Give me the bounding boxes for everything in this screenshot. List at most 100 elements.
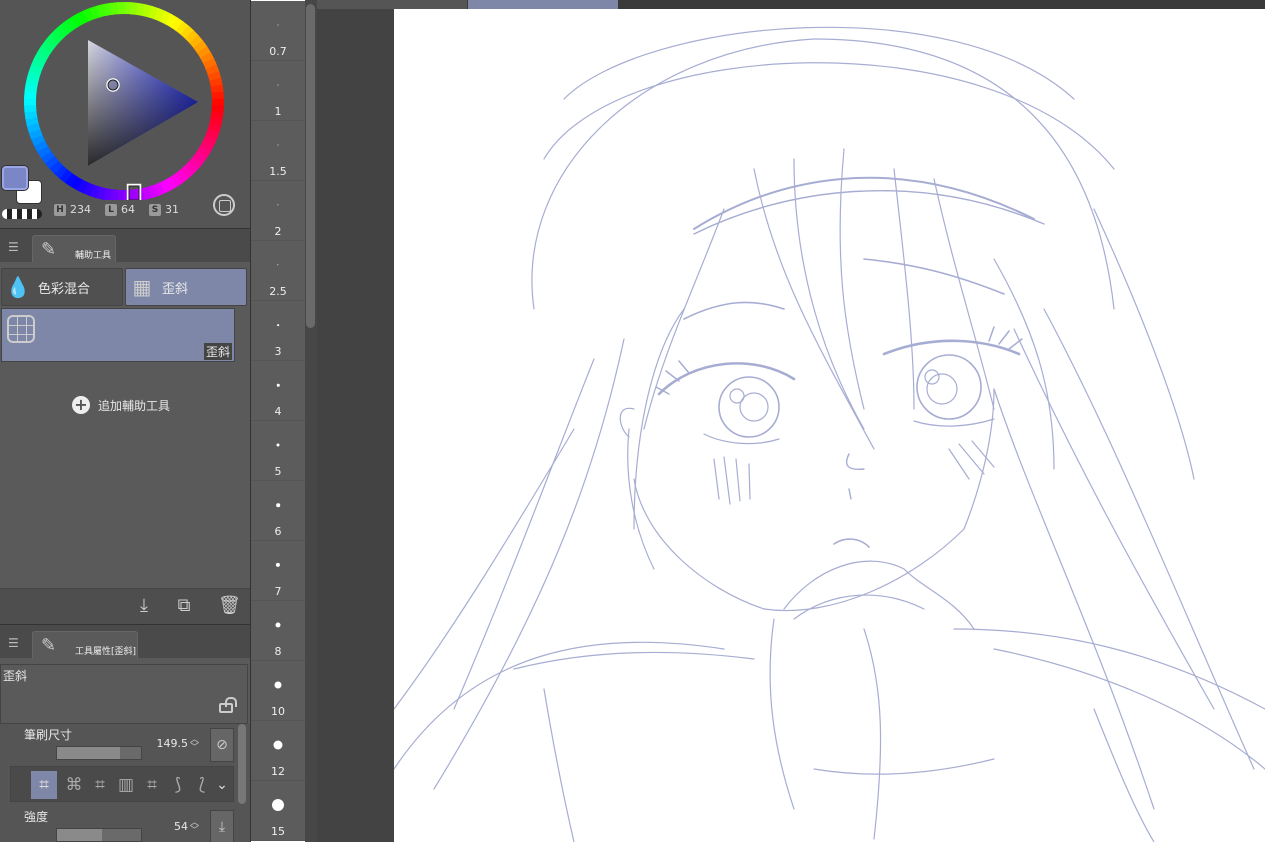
brush-size-label: 2 xyxy=(274,225,282,238)
canvas[interactable] xyxy=(394,9,1265,842)
trash-icon[interactable]: 🗑 xyxy=(218,596,241,616)
document-tab-active[interactable] xyxy=(468,0,618,9)
brush-settings-icon: ✎ xyxy=(41,635,57,656)
warp-preset-icon[interactable]: ⌗ xyxy=(139,771,165,799)
panel-menu-icon[interactable]: ☰ xyxy=(8,241,20,253)
brush-size-preset-10[interactable]: 10 xyxy=(251,661,305,721)
document-tabbar xyxy=(317,0,1265,9)
water-drops-icon: 💧 xyxy=(5,275,31,299)
lock-icon[interactable] xyxy=(219,697,237,713)
brush-size-slider-fill xyxy=(57,747,120,759)
strength-label: 強度 xyxy=(24,810,49,824)
subtool-item-name: 歪斜 xyxy=(203,343,232,360)
lightness-key: L xyxy=(105,203,117,216)
strength-spinner[interactable]: ︿ ﹀ xyxy=(190,819,199,836)
brush-size-palette: 0.7 1 1.5 2 2.5 3 4 5 6 7 8 10 12 15 xyxy=(250,0,305,842)
subtool-item-selected[interactable]: 歪斜 xyxy=(1,308,235,362)
brush-size-dot xyxy=(273,740,283,750)
warp-preset-icon[interactable]: ⌗ xyxy=(87,771,113,799)
brush-size-preset-15[interactable]: 15 xyxy=(251,781,305,841)
brush-size-label: 8 xyxy=(274,645,282,658)
brush-size-label: 筆刷尺寸 xyxy=(24,728,73,742)
hls-readout: H 234 L 64 S 31 xyxy=(54,203,189,216)
strength-slider[interactable] xyxy=(56,828,142,842)
saturation-value: 31 xyxy=(165,203,179,216)
import-icon[interactable]: ⤓ xyxy=(134,596,154,616)
brush-size-dot xyxy=(275,562,281,568)
brush-size-dot xyxy=(277,204,279,206)
subtool-group-blend[interactable]: 💧 色彩混合 xyxy=(1,268,123,306)
tab-tool-property-label: 工具屬性[歪斜] xyxy=(75,647,137,657)
brush-size-preset-2[interactable]: 2 xyxy=(251,181,305,241)
subtool-group-warp[interactable]: ▦ 歪斜 xyxy=(125,268,247,306)
brush-size-dot xyxy=(277,324,279,326)
properties-scrollbar[interactable] xyxy=(238,724,246,804)
hue-value: 234 xyxy=(70,203,91,216)
duplicate-icon[interactable]: ⧉ xyxy=(174,596,194,616)
brush-size-preset-12[interactable]: 12 xyxy=(251,721,305,781)
strength-slider-fill xyxy=(57,829,103,841)
brush-size-preset-3[interactable]: 3 xyxy=(251,301,305,361)
add-subtool-button[interactable]: + 追加輔助工具 xyxy=(72,396,170,414)
panel-menu-icon[interactable]: ☰ xyxy=(8,637,20,649)
tab-subtool[interactable]: ✎ 輔助工具 xyxy=(32,235,116,263)
warp-preset-icon[interactable]: ▥ xyxy=(113,771,139,799)
tab-tool-property[interactable]: ✎ 工具屬性[歪斜] xyxy=(32,631,138,659)
brush-size-preset-0-7[interactable]: 0.7 xyxy=(251,1,305,61)
strength-value: 54 xyxy=(174,820,188,833)
brush-size-label: 10 xyxy=(271,705,285,718)
brush-size-dot xyxy=(277,84,279,86)
foreground-color-swatch[interactable] xyxy=(2,166,28,190)
brush-size-dot xyxy=(274,681,282,689)
warp-preset-icon[interactable]: ⟅ xyxy=(189,771,215,799)
brush-size-label: 3 xyxy=(274,345,282,358)
color-wheel[interactable] xyxy=(0,0,250,200)
tool-name: 歪斜 xyxy=(3,669,28,683)
warp-preset-icon[interactable]: ⌘ xyxy=(61,771,87,799)
color-wheel-panel: H 234 L 64 S 31 xyxy=(0,0,250,228)
left-panel: H 234 L 64 S 31 ☰ ✎ 輔助工具 💧 色彩混合 ▦ 歪斜 歪斜 xyxy=(0,0,250,842)
brush-size-label: 4 xyxy=(274,405,282,418)
warp-preset-icon[interactable]: ⌗ xyxy=(31,771,57,799)
tab-subtool-label: 輔助工具 xyxy=(75,251,112,261)
warp-preset-icon[interactable]: ⟆ xyxy=(165,771,191,799)
brush-size-dot xyxy=(275,622,281,628)
brush-size-preset-6[interactable]: 6 xyxy=(251,481,305,541)
grid-warp-icon: ▦ xyxy=(132,275,152,299)
brush-size-scrollbar-thumb[interactable] xyxy=(306,4,315,328)
brush-size-label: 0.7 xyxy=(269,45,287,58)
brush-size-dot xyxy=(276,383,280,387)
transparent-color-swatch[interactable] xyxy=(2,209,42,219)
strength-pressure-button[interactable]: ⤓ xyxy=(210,810,234,842)
brush-size-label: 1.5 xyxy=(269,165,287,178)
brush-size-preset-8[interactable]: 8 xyxy=(251,601,305,661)
warp-preset-strip[interactable]: ⌗ ⌘ ⌗ ▥ ⌗ ⟆ ⟅ ⌄ xyxy=(10,766,234,802)
tool-properties: 筆刷尺寸 149.5 ︿ ﹀ ⊘ ⌗ ⌘ ⌗ ▥ ⌗ ⟆ ⟅ ⌄ 強度 54 ︿ ﹀… xyxy=(0,724,250,842)
chevron-down-icon[interactable]: ⌄ xyxy=(213,771,231,799)
brush-size-label: 12 xyxy=(271,765,285,778)
document-tab[interactable] xyxy=(317,0,467,9)
brush-size-preset-2-5[interactable]: 2.5 xyxy=(251,241,305,301)
brush-size-label: 1 xyxy=(274,105,282,118)
color-mode-toggle-button[interactable] xyxy=(213,194,235,216)
brush-size-label: 15 xyxy=(271,825,285,838)
sketch-drawing xyxy=(394,26,1265,842)
brush-icon: ✎ xyxy=(41,239,57,260)
subtool-tabbar: ☰ ✎ 輔助工具 xyxy=(0,228,250,263)
brush-size-preset-1-5[interactable]: 1.5 xyxy=(251,121,305,181)
brush-size-preset-5[interactable]: 5 xyxy=(251,421,305,481)
brush-size-preset-1[interactable]: 1 xyxy=(251,61,305,121)
subtool-area: 💧 色彩混合 ▦ 歪斜 歪斜 + 追加輔助工具 xyxy=(0,262,250,588)
brush-size-pressure-button[interactable]: ⊘ xyxy=(210,728,234,762)
subtool-bottombar: ⤓ ⧉ 🗑 xyxy=(0,588,250,624)
tool-name-box: 歪斜 xyxy=(0,664,248,724)
canvas-area xyxy=(317,0,1265,842)
lightness-value: 64 xyxy=(121,203,135,216)
brush-size-dot xyxy=(276,443,280,447)
add-subtool-label: 追加輔助工具 xyxy=(98,398,171,413)
brush-size-spinner[interactable]: ︿ ﹀ xyxy=(190,736,199,753)
brush-size-preset-4[interactable]: 4 xyxy=(251,361,305,421)
brush-size-dot xyxy=(277,24,279,26)
brush-size-slider[interactable] xyxy=(56,746,142,760)
brush-size-preset-7[interactable]: 7 xyxy=(251,541,305,601)
